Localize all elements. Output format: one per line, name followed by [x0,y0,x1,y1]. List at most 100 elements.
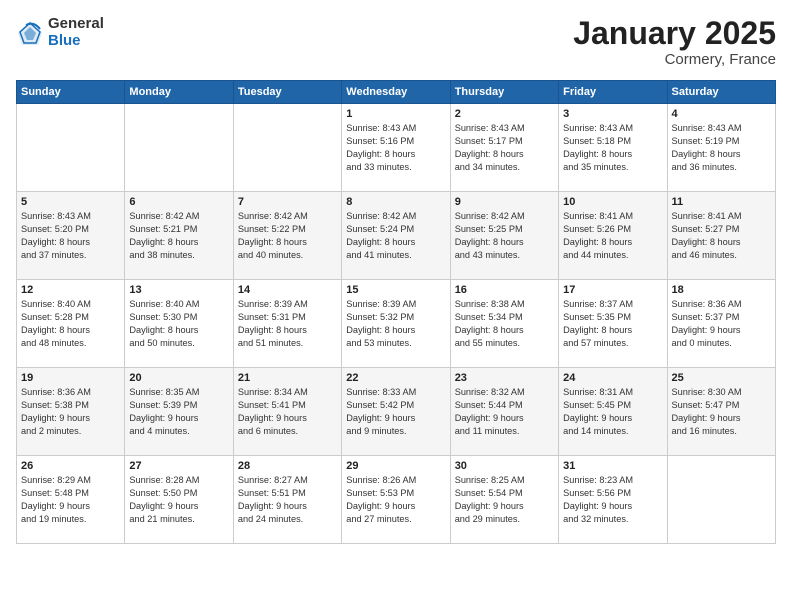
col-wednesday: Wednesday [342,81,450,104]
calendar-cell: 12 Sunrise: 8:40 AM Sunset: 5:28 PM Dayli… [17,280,125,368]
day-number: 10 [563,196,662,208]
calendar-subtitle: Cormery, France [573,51,776,68]
logo-general: General [48,15,104,32]
calendar-cell [233,104,341,192]
day-info: Sunrise: 8:39 AM Sunset: 5:32 PM Dayligh… [346,298,445,350]
day-number: 5 [21,196,120,208]
col-thursday: Thursday [450,81,558,104]
day-info: Sunrise: 8:42 AM Sunset: 5:25 PM Dayligh… [455,210,554,262]
day-info: Sunrise: 8:40 AM Sunset: 5:30 PM Dayligh… [129,298,228,350]
day-number: 27 [129,460,228,472]
calendar-cell: 27Sunrise: 8:28 AM Sunset: 5:50 PM Dayli… [125,456,233,544]
page: General Blue January 2025 Cormery, Franc… [0,0,792,612]
calendar-table: Sunday Monday Tuesday Wednesday Thursday… [16,80,776,544]
calendar-cell: 16Sunrise: 8:38 AM Sunset: 5:34 PM Dayli… [450,280,558,368]
calendar-cell: 19Sunrise: 8:36 AM Sunset: 5:38 PM Dayli… [17,368,125,456]
day-info: Sunrise: 8:37 AM Sunset: 5:35 PM Dayligh… [563,298,662,350]
day-info: Sunrise: 8:36 AM Sunset: 5:38 PM Dayligh… [21,386,120,438]
day-info: Sunrise: 8:43 AM Sunset: 5:16 PM Dayligh… [346,122,445,174]
calendar-week-4: 19Sunrise: 8:36 AM Sunset: 5:38 PM Dayli… [17,368,776,456]
calendar-cell: 18Sunrise: 8:36 AM Sunset: 5:37 PM Dayli… [667,280,775,368]
calendar-header-row: Sunday Monday Tuesday Wednesday Thursday… [17,81,776,104]
day-number: 28 [238,460,337,472]
day-number: 12 [21,284,120,296]
calendar-cell: 15Sunrise: 8:39 AM Sunset: 5:32 PM Dayli… [342,280,450,368]
calendar-cell: 3Sunrise: 8:43 AM Sunset: 5:18 PM Daylig… [559,104,667,192]
header: General Blue January 2025 Cormery, Franc… [16,16,776,68]
col-monday: Monday [125,81,233,104]
day-number: 31 [563,460,662,472]
calendar-cell: 9 Sunrise: 8:42 AM Sunset: 5:25 PM Daylig… [450,192,558,280]
calendar-cell: 23 Sunrise: 8:32 AM Sunset: 5:44 PM Dayli… [450,368,558,456]
calendar-cell: 24 Sunrise: 8:31 AM Sunset: 5:45 PM Dayli… [559,368,667,456]
day-info: Sunrise: 8:39 AM Sunset: 5:31 PM Dayligh… [238,298,337,350]
calendar-title: January 2025 [573,16,776,51]
day-number: 23 [455,372,554,384]
col-tuesday: Tuesday [233,81,341,104]
calendar-cell: 4 Sunrise: 8:43 AM Sunset: 5:19 PM Daylig… [667,104,775,192]
calendar-cell: 29Sunrise: 8:26 AM Sunset: 5:53 PM Dayli… [342,456,450,544]
day-number: 14 [238,284,337,296]
col-sunday: Sunday [17,81,125,104]
calendar-cell: 11Sunrise: 8:41 AM Sunset: 5:27 PM Dayli… [667,192,775,280]
day-info: Sunrise: 8:31 AM Sunset: 5:45 PM Dayligh… [563,386,662,438]
day-info: Sunrise: 8:35 AM Sunset: 5:39 PM Dayligh… [129,386,228,438]
calendar-cell: 2Sunrise: 8:43 AM Sunset: 5:17 PM Daylig… [450,104,558,192]
day-number: 21 [238,372,337,384]
calendar-cell [125,104,233,192]
calendar-cell: 1 Sunrise: 8:43 AM Sunset: 5:16 PM Daylig… [342,104,450,192]
day-info: Sunrise: 8:33 AM Sunset: 5:42 PM Dayligh… [346,386,445,438]
day-info: Sunrise: 8:29 AM Sunset: 5:48 PM Dayligh… [21,474,120,526]
day-number: 6 [129,196,228,208]
calendar-cell [17,104,125,192]
day-info: Sunrise: 8:41 AM Sunset: 5:26 PM Dayligh… [563,210,662,262]
day-number: 8 [346,196,445,208]
day-info: Sunrise: 8:40 AM Sunset: 5:28 PM Dayligh… [21,298,120,350]
day-info: Sunrise: 8:36 AM Sunset: 5:37 PM Dayligh… [672,298,771,350]
calendar-cell [667,456,775,544]
calendar-week-1: 1 Sunrise: 8:43 AM Sunset: 5:16 PM Daylig… [17,104,776,192]
day-number: 22 [346,372,445,384]
day-number: 20 [129,372,228,384]
calendar-week-5: 26Sunrise: 8:29 AM Sunset: 5:48 PM Dayli… [17,456,776,544]
calendar-cell: 31 Sunrise: 8:23 AM Sunset: 5:56 PM Dayli… [559,456,667,544]
day-number: 25 [672,372,771,384]
day-number: 24 [563,372,662,384]
calendar-cell: 5 Sunrise: 8:43 AM Sunset: 5:20 PM Daylig… [17,192,125,280]
day-number: 1 [346,108,445,120]
day-info: Sunrise: 8:43 AM Sunset: 5:17 PM Dayligh… [455,122,554,174]
day-info: Sunrise: 8:38 AM Sunset: 5:34 PM Dayligh… [455,298,554,350]
logo-icon [16,19,44,47]
calendar-cell: 8Sunrise: 8:42 AM Sunset: 5:24 PM Daylig… [342,192,450,280]
calendar-cell: 7 Sunrise: 8:42 AM Sunset: 5:22 PM Daylig… [233,192,341,280]
day-info: Sunrise: 8:42 AM Sunset: 5:22 PM Dayligh… [238,210,337,262]
day-info: Sunrise: 8:43 AM Sunset: 5:19 PM Dayligh… [672,122,771,174]
calendar-cell: 13 Sunrise: 8:40 AM Sunset: 5:30 PM Dayli… [125,280,233,368]
calendar-cell: 26Sunrise: 8:29 AM Sunset: 5:48 PM Dayli… [17,456,125,544]
day-number: 17 [563,284,662,296]
calendar-cell: 17 Sunrise: 8:37 AM Sunset: 5:35 PM Dayli… [559,280,667,368]
calendar-cell: 22 Sunrise: 8:33 AM Sunset: 5:42 PM Dayli… [342,368,450,456]
day-info: Sunrise: 8:43 AM Sunset: 5:20 PM Dayligh… [21,210,120,262]
calendar-cell: 25 Sunrise: 8:30 AM Sunset: 5:47 PM Dayli… [667,368,775,456]
day-info: Sunrise: 8:42 AM Sunset: 5:21 PM Dayligh… [129,210,228,262]
calendar-week-2: 5 Sunrise: 8:43 AM Sunset: 5:20 PM Daylig… [17,192,776,280]
calendar-cell: 28 Sunrise: 8:27 AM Sunset: 5:51 PM Dayli… [233,456,341,544]
day-info: Sunrise: 8:27 AM Sunset: 5:51 PM Dayligh… [238,474,337,526]
day-info: Sunrise: 8:23 AM Sunset: 5:56 PM Dayligh… [563,474,662,526]
day-info: Sunrise: 8:30 AM Sunset: 5:47 PM Dayligh… [672,386,771,438]
day-info: Sunrise: 8:32 AM Sunset: 5:44 PM Dayligh… [455,386,554,438]
day-number: 13 [129,284,228,296]
calendar-cell: 14 Sunrise: 8:39 AM Sunset: 5:31 PM Dayli… [233,280,341,368]
day-number: 11 [672,196,771,208]
day-info: Sunrise: 8:34 AM Sunset: 5:41 PM Dayligh… [238,386,337,438]
col-friday: Friday [559,81,667,104]
title-block: January 2025 Cormery, France [573,16,776,68]
calendar-cell: 10 Sunrise: 8:41 AM Sunset: 5:26 PM Dayli… [559,192,667,280]
calendar-cell: 30Sunrise: 8:25 AM Sunset: 5:54 PM Dayli… [450,456,558,544]
day-number: 9 [455,196,554,208]
day-number: 4 [672,108,771,120]
calendar-cell: 21 Sunrise: 8:34 AM Sunset: 5:41 PM Dayli… [233,368,341,456]
calendar-cell: 20 Sunrise: 8:35 AM Sunset: 5:39 PM Dayli… [125,368,233,456]
day-number: 7 [238,196,337,208]
